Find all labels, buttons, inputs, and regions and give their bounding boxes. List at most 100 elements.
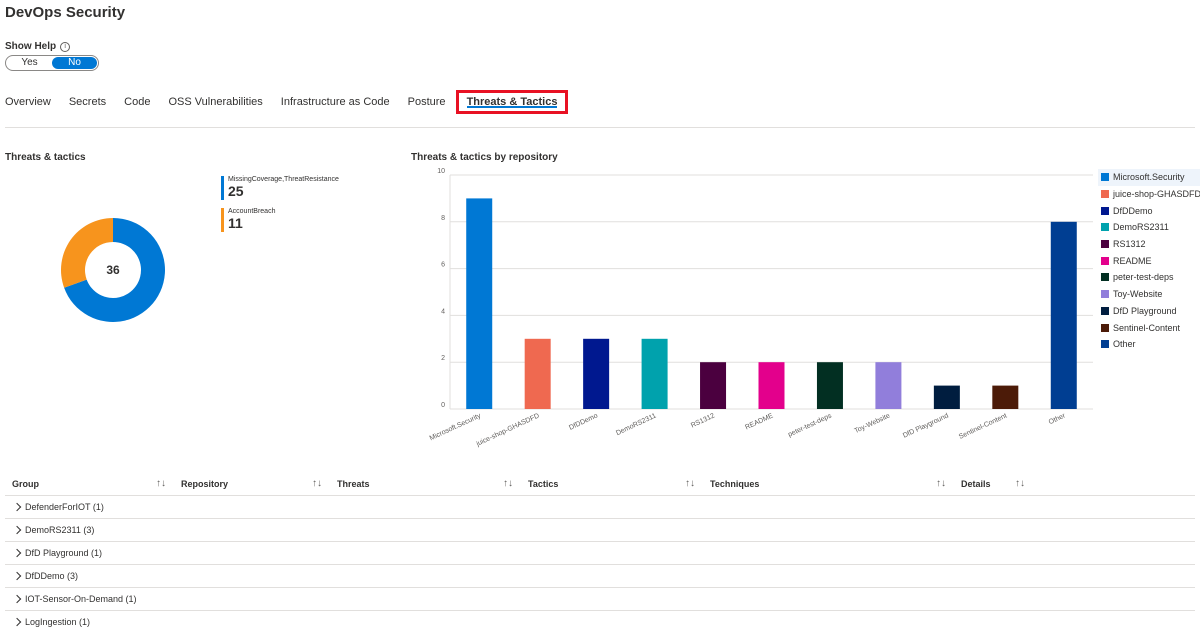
bar[interactable] <box>758 362 785 409</box>
legend-label: peter-test-deps <box>1113 272 1174 283</box>
tab-threats-tactics[interactable]: Threats & Tactics <box>455 90 569 114</box>
sort-icon[interactable]: ↑↓ <box>1015 478 1025 489</box>
legend-swatch <box>1101 256 1109 265</box>
table-row[interactable]: DfD Playground (1) <box>5 542 1195 565</box>
chevron-right-icon[interactable] <box>12 548 22 558</box>
bar[interactable] <box>583 338 610 409</box>
group-name: DemoRS2311 (3) <box>25 525 95 535</box>
group-name: DfDDemo (3) <box>25 571 79 581</box>
legend-swatch <box>1101 206 1109 215</box>
group-name: DefenderForIOT (1) <box>25 502 104 512</box>
sort-icon[interactable]: ↑↓ <box>685 478 695 489</box>
bar-legend-item[interactable]: Microsoft.Security <box>1098 169 1200 186</box>
column-header-details[interactable]: Details <box>961 479 991 489</box>
table-row[interactable]: DemoRS2311 (3) <box>5 519 1195 542</box>
tabs-divider <box>5 127 1195 128</box>
bar-legend-item[interactable]: RS1312 <box>1098 236 1200 253</box>
x-tick-label: DfD Playground <box>902 412 950 439</box>
donut-chart: 36 <box>60 217 166 323</box>
legend-label: DemoRS2311 <box>1113 222 1169 233</box>
bar-legend-item[interactable]: DfDDemo <box>1098 202 1200 219</box>
bar-legend-item[interactable]: juice-shop-GHASDFD <box>1098 186 1200 203</box>
by-repository-title: Threats & tactics by repository <box>411 152 558 163</box>
group-name: IOT-Sensor-On-Demand (1) <box>25 594 137 604</box>
table-row[interactable]: DfDDemo (3) <box>5 565 1195 588</box>
show-help-yes[interactable]: Yes <box>7 57 52 69</box>
chevron-right-icon[interactable] <box>12 525 22 535</box>
sort-icon[interactable]: ↑↓ <box>156 478 166 489</box>
chevron-right-icon[interactable] <box>12 571 22 581</box>
table-row[interactable]: LogIngestion (1) <box>5 611 1195 633</box>
tab-code[interactable]: Code <box>124 96 150 108</box>
x-tick-label: juice-shop-GHASDFD <box>475 412 541 448</box>
x-tick-label: DemoRS2311 <box>615 412 657 437</box>
group-name: LogIngestion (1) <box>25 617 91 627</box>
x-tick-label: peter-test-deps <box>787 412 833 438</box>
chevron-right-icon[interactable] <box>12 502 22 512</box>
y-tick-label: 0 <box>441 402 445 409</box>
bar-legend-item[interactable]: Toy-Website <box>1098 286 1200 303</box>
bar[interactable] <box>641 338 668 409</box>
legend-name: AccountBreach <box>228 208 276 215</box>
sort-icon[interactable]: ↑↓ <box>312 478 322 489</box>
group-name: DfD Playground (1) <box>25 548 103 558</box>
table-row[interactable]: DefenderForIOT (1) <box>5 496 1195 519</box>
column-header-threats[interactable]: Threats <box>337 479 370 489</box>
bar-legend-item[interactable]: DfD Playground <box>1098 303 1200 320</box>
bar-legend-item[interactable]: Other <box>1098 336 1200 353</box>
bar[interactable] <box>1050 221 1077 409</box>
x-tick-label: RS1312 <box>690 412 716 429</box>
column-header-group[interactable]: Group <box>12 479 39 489</box>
x-tick-label: Sentinel-Content <box>958 412 1008 440</box>
x-tick-label: Toy-Website <box>854 412 892 435</box>
table-row[interactable]: IOT-Sensor-On-Demand (1) <box>5 588 1195 611</box>
show-help-toggle[interactable]: Yes No <box>5 55 99 71</box>
tab-secrets[interactable]: Secrets <box>69 96 106 108</box>
bar-legend-item[interactable]: Sentinel-Content <box>1098 319 1200 336</box>
chevron-right-icon[interactable] <box>12 617 22 627</box>
bar-chart-legend: Microsoft.Security juice-shop-GHASDFD DfDD… <box>1098 169 1200 353</box>
donut-legend-item[interactable]: AccountBreach 11 <box>221 208 275 232</box>
bar[interactable] <box>992 385 1019 409</box>
bar-legend-item[interactable]: DemoRS2311 <box>1098 219 1200 236</box>
show-help-text: Show Help <box>5 41 57 52</box>
bar[interactable] <box>524 338 551 409</box>
y-tick-label: 4 <box>441 308 445 315</box>
tab-bar: Overview Secrets Code OSS Vulnerabilitie… <box>5 88 586 116</box>
chevron-right-icon[interactable] <box>12 594 22 604</box>
bar[interactable] <box>875 362 902 409</box>
legend-color-bar <box>221 208 224 232</box>
show-help-label: Show Help i <box>5 41 71 52</box>
threats-tactics-title: Threats & tactics <box>5 152 86 163</box>
legend-label: RS1312 <box>1113 239 1146 250</box>
sort-icon[interactable]: ↑↓ <box>936 478 946 489</box>
bar-legend-item[interactable]: peter-test-deps <box>1098 269 1200 286</box>
show-help-no[interactable]: No <box>52 57 97 69</box>
sort-icon[interactable]: ↑↓ <box>503 478 513 489</box>
legend-swatch <box>1101 323 1109 332</box>
bar[interactable] <box>700 362 727 409</box>
donut-legend-item[interactable]: MissingCoverage,ThreatResistance 25 <box>221 176 339 200</box>
legend-swatch <box>1101 273 1109 282</box>
tab-infrastructure-as-code[interactable]: Infrastructure as Code <box>281 96 390 108</box>
legend-label: Other <box>1113 339 1136 350</box>
legend-swatch <box>1101 173 1109 182</box>
y-tick-label: 2 <box>441 355 445 362</box>
bar[interactable] <box>933 385 960 409</box>
legend-label: Sentinel-Content <box>1113 322 1181 333</box>
column-header-techniques[interactable]: Techniques <box>710 479 759 489</box>
bar[interactable] <box>466 198 493 409</box>
y-tick-label: 6 <box>441 262 445 269</box>
tab-oss-vulnerabilities[interactable]: OSS Vulnerabilities <box>168 96 262 108</box>
x-tick-label: Other <box>1048 412 1067 426</box>
bar[interactable] <box>816 362 843 409</box>
bar-chart: 0 2 4 6 8 10 Microsoft.Securityjuice-shop-GHAS… <box>429 168 1093 448</box>
column-header-repository[interactable]: Repository <box>181 479 228 489</box>
legend-name: MissingCoverage,ThreatResistance <box>228 176 339 183</box>
tab-overview[interactable]: Overview <box>5 96 51 108</box>
column-header-tactics[interactable]: Tactics <box>528 479 558 489</box>
legend-swatch <box>1101 223 1109 232</box>
bar-legend-item[interactable]: README <box>1098 252 1200 269</box>
info-icon[interactable]: i <box>60 41 71 52</box>
tab-posture[interactable]: Posture <box>408 96 446 108</box>
